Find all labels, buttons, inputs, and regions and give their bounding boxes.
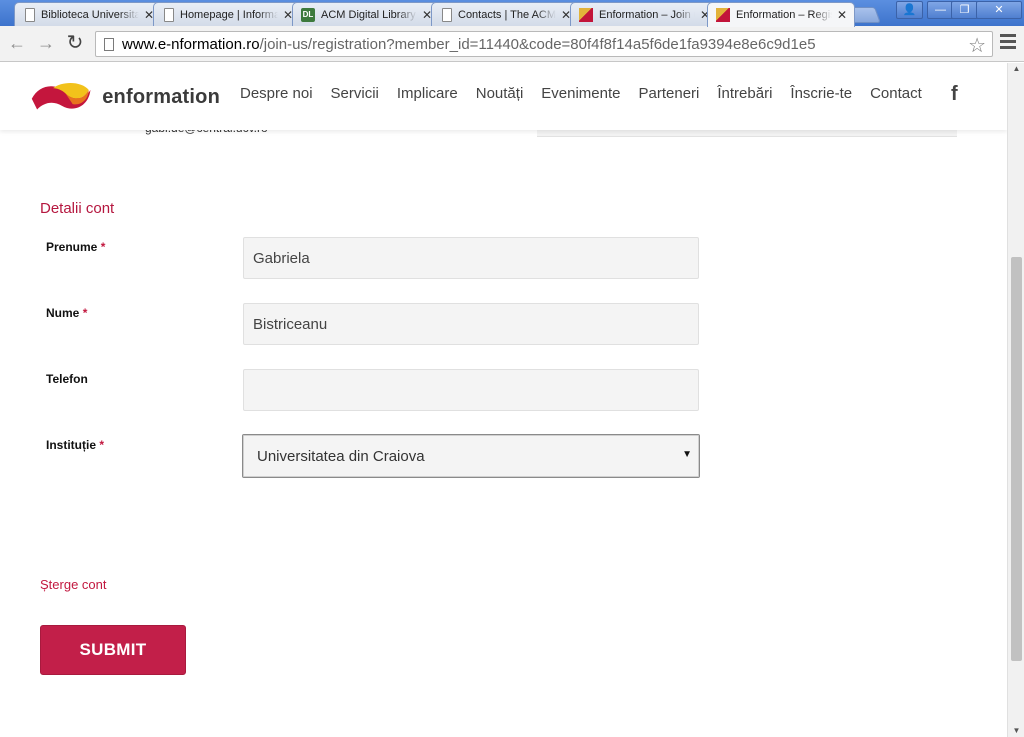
facebook-icon[interactable]: f [951,83,958,106]
caret-down-icon: ▼ [682,449,692,460]
window-close-icon[interactable]: ✕ [976,1,1022,19]
close-icon[interactable]: ✕ [836,8,848,22]
nav-item-intrebari[interactable]: Întrebări [717,85,772,102]
page-icon [442,7,452,22]
page-viewport: enformation Despre noi Servicii Implicar… [0,63,1007,737]
first-name-field[interactable] [243,237,699,279]
acm-icon: DL [301,7,315,22]
url-host: www.e-nformation.ro [122,35,260,53]
restore-icon[interactable]: ❐ [951,1,978,19]
nav-item-noutati[interactable]: Noutăți [476,85,524,102]
nav-item-servicii[interactable]: Servicii [331,85,379,102]
page-icon [104,37,114,51]
page-scrollbar[interactable]: ▲ ▼ [1007,63,1024,737]
main-nav: Despre noi Servicii Implicare Noutăți Ev… [240,85,940,102]
nav-item-parteneri[interactable]: Parteneri [639,85,700,102]
logo-text: enformation [102,85,220,108]
nav-item-evenimente[interactable]: Evenimente [541,85,620,102]
browser-tab-2[interactable]: Homepage | Informare ✕ [153,2,301,26]
browser-tab-6[interactable]: Enformation – Registration ✕ [707,2,855,27]
enformation-logo-icon [31,82,91,110]
enformation-icon [716,8,730,22]
site-logo[interactable]: enformation [30,75,220,119]
enformation-icon [579,7,593,22]
browser-tab-3[interactable]: DL ACM Digital Library ✕ [292,2,440,26]
last-name-label: Nume * [46,306,87,320]
user-icon[interactable]: 👤 [896,1,923,19]
forward-arrow-icon[interactable]: → [34,32,58,56]
label-text: Prenume [46,240,98,254]
browser-tab-4[interactable]: Contacts | The ACM ✕ [431,2,579,26]
phone-field[interactable] [243,369,699,411]
tab-strip: Biblioteca Universitară ✕ Homepage | Inf… [0,0,1024,27]
phone-label: Telefon [46,372,88,386]
last-name-field[interactable] [243,303,699,345]
nav-item-inscrie-te[interactable]: Înscrie-te [790,85,852,102]
required-mark: * [82,306,88,320]
browser-toolbar: ← → ↻ www.e-nformation.ro/join-us/regist… [0,26,1024,62]
tab-title: Contacts | The ACM [458,8,556,21]
label-text: Telefon [46,372,88,386]
institution-select[interactable]: Universitatea din Craiova ▼ [242,434,700,478]
first-name-label: Prenume * [46,240,105,254]
label-text: Instituție [46,438,96,452]
address-bar[interactable]: www.e-nformation.ro/join-us/registration… [95,31,993,57]
browser-tab-5[interactable]: Enformation – Join us ✕ [570,2,718,26]
tab-title: Biblioteca Universitară [41,8,139,21]
nav-item-implicare[interactable]: Implicare [397,85,458,102]
scroll-up-icon[interactable]: ▲ [1008,63,1024,75]
tab-title: Enformation – Join us [599,8,695,21]
required-mark: * [100,240,106,254]
url-path: /join-us/registration?member_id=11440&co… [259,35,816,53]
scroll-down-icon[interactable]: ▼ [1008,725,1024,737]
delete-account-link[interactable]: Șterge cont [40,577,107,592]
browser-menu-icon[interactable] [1000,34,1016,52]
page-icon [25,7,35,22]
label-text: Nume [46,306,80,320]
tab-title: Homepage | Informare [180,8,278,21]
required-mark: * [99,438,105,452]
page-icon [164,7,174,22]
site-header: enformation Despre noi Servicii Implicar… [0,63,1007,130]
select-value: Universitatea din Craiova [257,447,425,465]
submit-button[interactable]: SUBMIT [40,625,186,675]
tab-title: ACM Digital Library [321,8,416,21]
nav-item-despre-noi[interactable]: Despre noi [240,85,313,102]
nav-item-contact[interactable]: Contact [870,85,922,102]
back-arrow-icon[interactable]: ← [5,32,29,56]
institution-label: Instituție * [46,438,104,452]
minimize-icon[interactable]: — [927,1,954,19]
scrollbar-thumb[interactable] [1011,257,1022,661]
url-text: www.e-nformation.ro/join-us/registration… [122,36,816,53]
tab-title: Enformation – Registration [736,9,832,21]
bookmark-star-icon[interactable]: ☆ [968,33,986,58]
reload-icon[interactable]: ↻ [63,32,87,56]
browser-tab-1[interactable]: Biblioteca Universitară ✕ [14,2,162,26]
section-title: Detalii cont [40,200,115,217]
